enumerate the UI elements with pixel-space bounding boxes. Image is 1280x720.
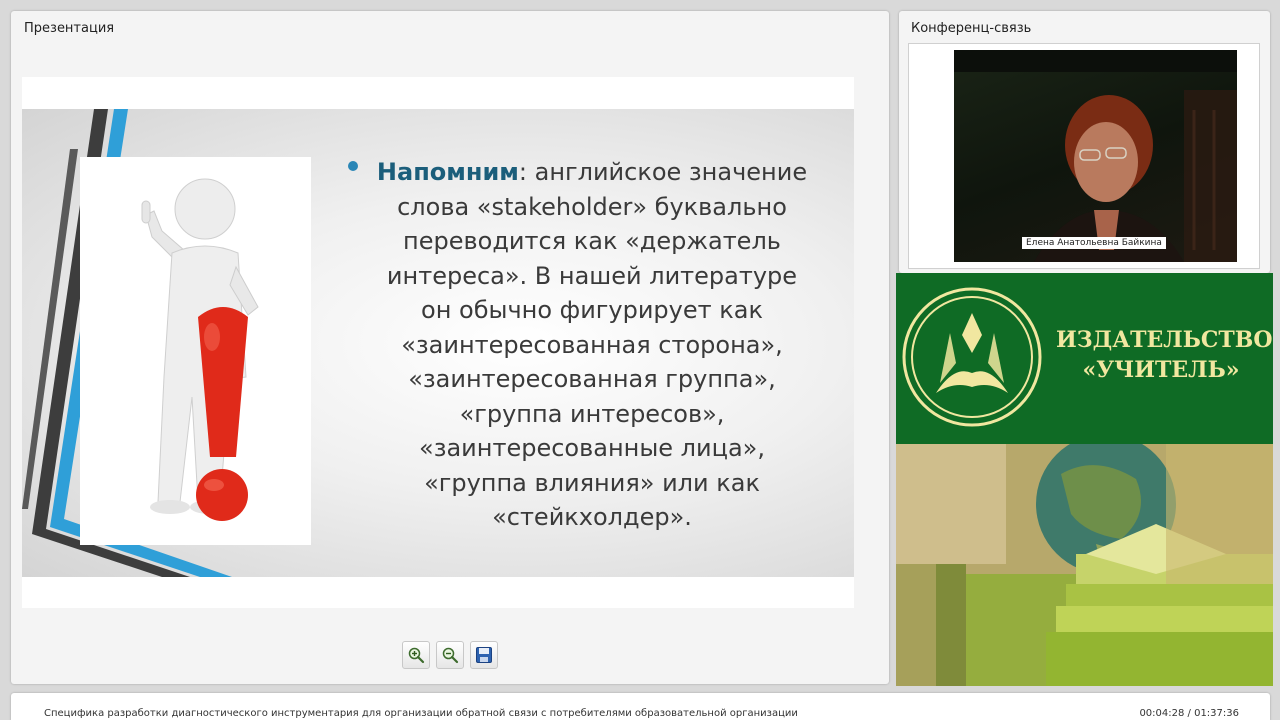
video-frame: Елена Анатольевна Байкина — [908, 43, 1260, 269]
slide-line-5: он обычно фигурирует как — [421, 296, 763, 324]
webinar-title: Специфика разработки диагностического ин… — [44, 708, 798, 719]
zoom-out-icon — [442, 647, 459, 664]
publisher-logo — [902, 287, 1042, 427]
zoom-in-icon — [408, 647, 425, 664]
slide-line-8: «группа интересов», — [459, 399, 725, 428]
slide-image-person-exclamation — [80, 157, 311, 545]
publisher-banner-image — [896, 444, 1273, 686]
slide-toolbar — [402, 641, 498, 669]
slide-body: Напомним: английское значение слова «sta… — [22, 109, 854, 577]
globe-and-books-image — [896, 444, 1273, 686]
publisher-name: ИЗДАТЕЛЬСТВО «УЧИТЕЛЬ» — [1056, 325, 1273, 385]
speaker-video[interactable]: Елена Анатольевна Байкина — [954, 50, 1237, 262]
slide-line-1-text: : английское значение — [518, 158, 808, 186]
slide-line-4: интереса». В нашей литературе — [386, 261, 798, 290]
publisher-banner: ИЗДАТЕЛЬСТВО «УЧИТЕЛЬ» — [896, 273, 1273, 686]
save-button[interactable] — [470, 641, 498, 669]
slide-lead: Напомним — [376, 158, 519, 186]
slide-line-11: «стейкхолдер». — [492, 503, 692, 531]
footer-bar: Специфика разработки диагностического ин… — [11, 693, 1270, 720]
presentation-panel: Презентация Напомним: английское значени… — [11, 11, 889, 684]
slide-text: Напомним: английское значение слова «sta… — [342, 155, 842, 535]
slide-line-6: «заинтересованная сторона», — [401, 330, 783, 359]
speaker-silhouette — [954, 50, 1237, 262]
slide-line-2: слова «stakeholder» буквально — [397, 192, 787, 221]
playback-time: 00:04:28 / 01:37:36 — [1139, 708, 1239, 719]
person-with-exclamation-icon — [141, 178, 259, 521]
slide-line-10: «группа влияния» или как — [424, 468, 760, 497]
zoom-in-button[interactable] — [402, 641, 430, 669]
conference-panel-title: Конференц-связь — [911, 21, 1032, 36]
publisher-banner-header: ИЗДАТЕЛЬСТВО «УЧИТЕЛЬ» — [896, 273, 1273, 444]
slide-line-9: «заинтересованные лица», — [419, 434, 765, 462]
slide-line-3: переводится как «держатель — [403, 227, 781, 255]
publisher-name-line2: «УЧИТЕЛЬ» — [1082, 357, 1240, 383]
save-icon — [476, 647, 492, 663]
conference-panel: Конференц-связь Елена Анатольевна Байкин… — [899, 11, 1270, 273]
presentation-panel-title: Презентация — [24, 21, 115, 36]
slide-line-7: «заинтересованная группа», — [408, 365, 776, 393]
publisher-name-line1: ИЗДАТЕЛЬСТВО — [1056, 327, 1273, 353]
zoom-out-button[interactable] — [436, 641, 464, 669]
slide-line-1: Напомним: английское значение — [342, 155, 842, 190]
speaker-name-label: Елена Анатольевна Байкина — [1022, 237, 1166, 249]
slide: Напомним: английское значение слова «sta… — [22, 77, 854, 608]
